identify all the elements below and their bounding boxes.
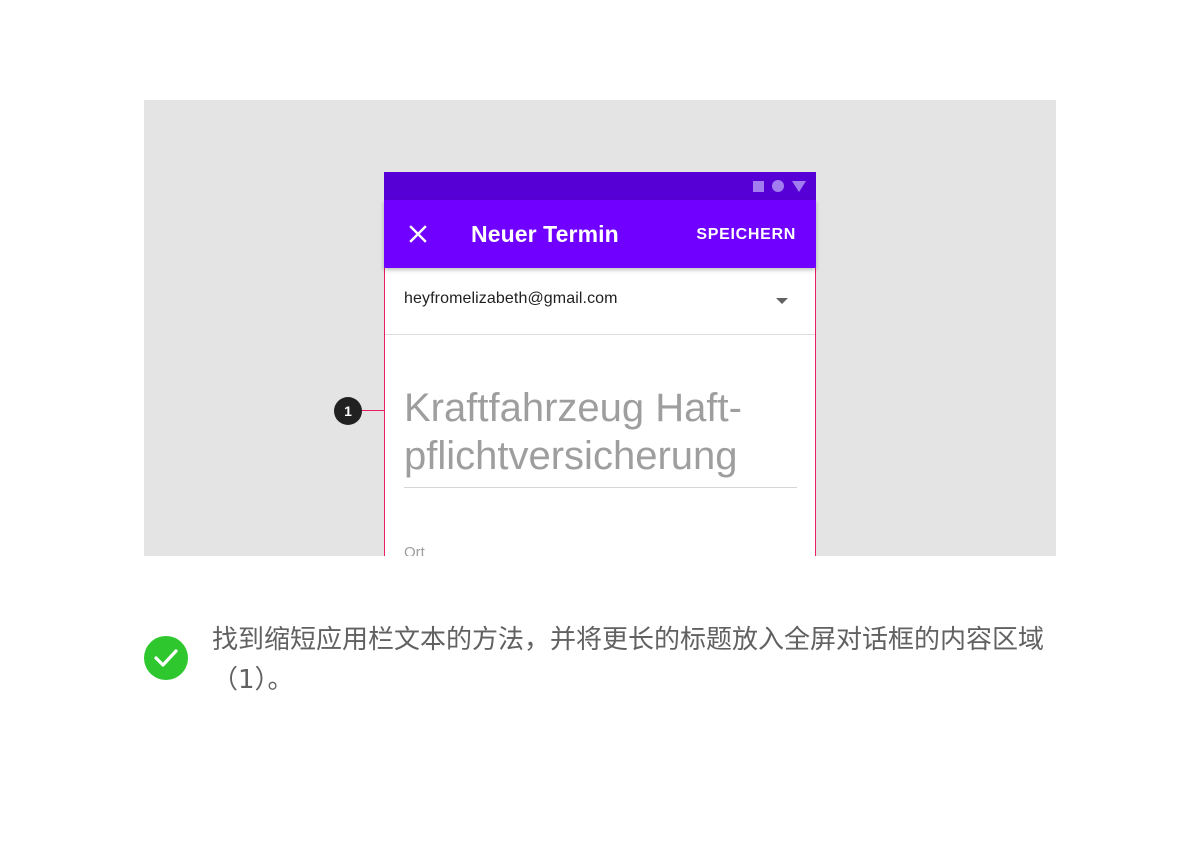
save-button[interactable]: SPEICHERN <box>696 226 796 244</box>
status-bar <box>384 172 816 200</box>
square-icon <box>753 180 764 192</box>
location-field-label: Ort <box>404 544 425 556</box>
title-underline <box>404 487 797 488</box>
status-icons <box>753 180 806 192</box>
check-badge <box>144 636 188 680</box>
arrow-drop-down-icon <box>776 298 788 304</box>
dialog-title: Neuer Termin <box>471 221 619 247</box>
circle-icon <box>772 180 784 192</box>
callout-badge: 1 <box>334 397 362 425</box>
example-stage: Neuer Termin SPEICHERN heyfromelizabeth@… <box>144 100 1056 556</box>
full-screen-dialog: Neuer Termin SPEICHERN heyfromelizabeth@… <box>384 172 816 556</box>
close-icon <box>409 225 427 243</box>
close-button[interactable] <box>406 222 430 246</box>
account-email: heyfromelizabeth@gmail.com <box>404 290 618 307</box>
account-selector[interactable]: heyfromelizabeth@gmail.com <box>385 268 815 335</box>
triangle-icon <box>792 180 806 192</box>
check-icon <box>154 649 178 667</box>
event-title-field[interactable]: Kraftfahrzeug Haft- pflichtversicherung <box>404 384 798 480</box>
app-bar: Neuer Termin SPEICHERN <box>384 200 816 268</box>
guideline-caption: 找到缩短应用栏文本的方法，并将更长的标题放入全屏对话框的内容区域（1）。 <box>212 625 1045 695</box>
callout-line <box>362 410 384 411</box>
